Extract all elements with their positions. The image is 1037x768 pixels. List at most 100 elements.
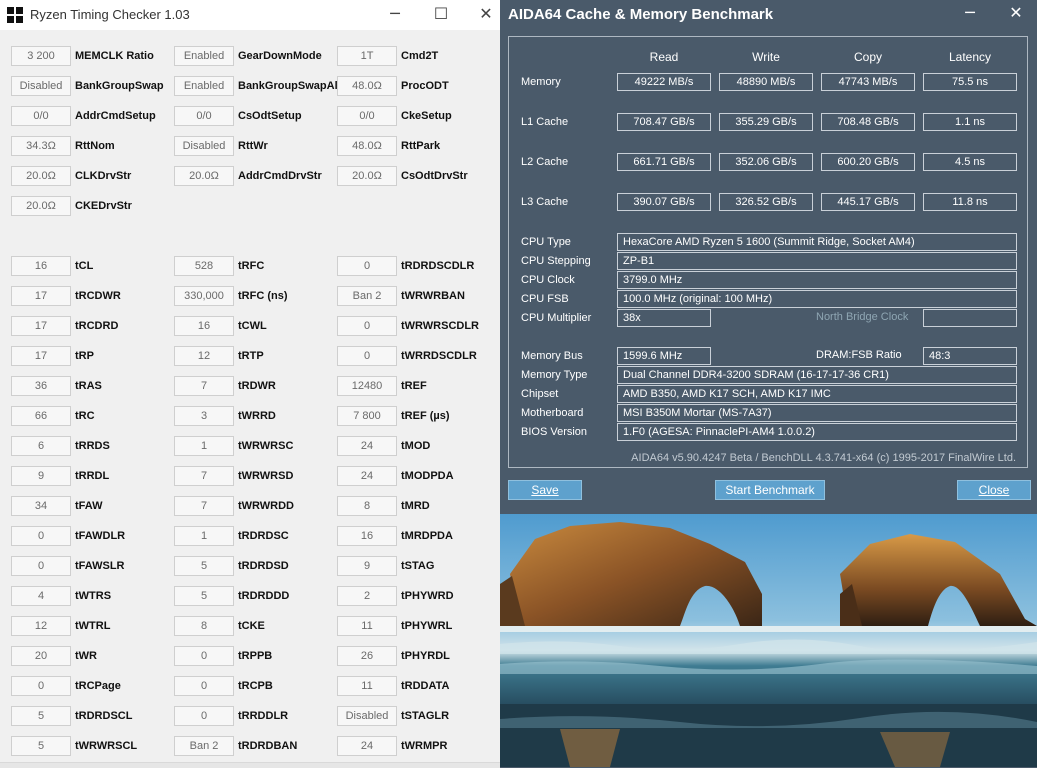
timing-value-field[interactable]: 48.0Ω	[337, 136, 397, 156]
timing-value-field[interactable]: 12	[11, 616, 71, 636]
timing-row: 17 tRCDWR 330,000 tRFC (ns) Ban 2 tWRWRBAN	[0, 282, 500, 312]
timing-value-field[interactable]: 0/0	[11, 106, 71, 126]
bench-read-value: 390.07 GB/s	[617, 193, 711, 211]
title-bar[interactable]: Ryzen Timing Checker 1.03 ─ ☐ ✕	[0, 0, 500, 30]
timing-value-field[interactable]: 20.0Ω	[337, 166, 397, 186]
bench-row-label: L1 Cache	[521, 116, 569, 128]
close-button[interactable]: ✕	[1001, 2, 1031, 26]
timing-value-field[interactable]: 1T	[337, 46, 397, 66]
memory-type-value: Dual Channel DDR4-3200 SDRAM (16-17-17-3…	[617, 366, 1017, 384]
timing-value-field[interactable]: 1	[174, 436, 234, 456]
timing-value-field[interactable]: 17	[11, 286, 71, 306]
timing-value-field[interactable]: 0	[11, 526, 71, 546]
timing-label: tMRD	[401, 500, 430, 512]
timing-value-field[interactable]: 5	[11, 736, 71, 756]
timing-value-field[interactable]: 0/0	[337, 106, 397, 126]
timing-value-field[interactable]: Enabled	[174, 46, 234, 66]
timing-value-field[interactable]: 66	[11, 406, 71, 426]
timing-value-field[interactable]: 5	[11, 706, 71, 726]
timing-value-field[interactable]: 9	[337, 556, 397, 576]
timing-value-field[interactable]: 24	[337, 466, 397, 486]
timing-value-field[interactable]: 20.0Ω	[11, 196, 71, 216]
timing-value-field[interactable]: 26	[337, 646, 397, 666]
timing-value-field[interactable]: 20.0Ω	[174, 166, 234, 186]
timing-value-field[interactable]: 17	[11, 346, 71, 366]
timing-label: tWRWRSCDLR	[401, 320, 480, 332]
timing-value-field[interactable]: 16	[11, 256, 71, 276]
timing-value-field[interactable]: 2	[337, 586, 397, 606]
timing-value-field[interactable]: 0	[11, 556, 71, 576]
timing-value-field[interactable]: 34	[11, 496, 71, 516]
timing-value-field[interactable]: 9	[11, 466, 71, 486]
timing-value-field[interactable]: Enabled	[174, 76, 234, 96]
timing-label: BankGroupSwap	[75, 80, 164, 92]
timing-value-field[interactable]: 24	[337, 436, 397, 456]
save-button[interactable]: Save	[508, 480, 582, 500]
timing-value-field[interactable]: 0	[337, 346, 397, 366]
timing-value-field[interactable]: 17	[11, 316, 71, 336]
timing-label: RttPark	[401, 140, 441, 152]
timing-value-field[interactable]: 0	[174, 676, 234, 696]
timing-value-field[interactable]: 16	[337, 526, 397, 546]
timing-value-field[interactable]: 0	[11, 676, 71, 696]
timing-value-field[interactable]: 12	[174, 346, 234, 366]
timing-label: RttWr	[238, 140, 268, 152]
timing-value-field[interactable]: 11	[337, 616, 397, 636]
timing-value-field[interactable]: 0/0	[174, 106, 234, 126]
bench-row-label: Memory	[521, 76, 561, 88]
timing-value-field[interactable]: Ban 2	[174, 736, 234, 756]
timing-value-field[interactable]: 24	[337, 736, 397, 756]
timing-value-field[interactable]: Disabled	[11, 76, 71, 96]
timing-value-field[interactable]: 0	[174, 646, 234, 666]
timing-value-field[interactable]: 8	[174, 616, 234, 636]
timing-value-field[interactable]: 7	[174, 466, 234, 486]
timing-value-field[interactable]: Ban 2	[337, 286, 397, 306]
timing-value-field[interactable]: 6	[11, 436, 71, 456]
timing-value-field[interactable]: 12480	[337, 376, 397, 396]
timing-value-field[interactable]: 7 800	[337, 406, 397, 426]
timing-label: tWR	[75, 650, 97, 662]
timing-value-field[interactable]: 0	[337, 256, 397, 276]
timing-value-field[interactable]: 3 200	[11, 46, 71, 66]
timing-value-field[interactable]: 34.3Ω	[11, 136, 71, 156]
dram-fsb-ratio-label: DRAM:FSB Ratio	[816, 349, 902, 361]
timing-value-field[interactable]: 8	[337, 496, 397, 516]
bench-copy-value: 47743 MB/s	[821, 73, 915, 91]
timing-value-field[interactable]: 20.0Ω	[11, 166, 71, 186]
timing-label: Cmd2T	[401, 50, 439, 62]
close-dialog-button[interactable]: Close	[957, 480, 1031, 500]
timing-value-field[interactable]: 4	[11, 586, 71, 606]
maximize-button[interactable]: ☐	[418, 0, 464, 30]
timing-value-field[interactable]: 36	[11, 376, 71, 396]
minimize-button[interactable]: ─	[372, 0, 418, 30]
timing-value-field[interactable]: 5	[174, 586, 234, 606]
timing-value-field[interactable]: Disabled	[174, 136, 234, 156]
timing-value-field[interactable]: 16	[174, 316, 234, 336]
timing-value-field[interactable]: 7	[174, 376, 234, 396]
timing-value-field[interactable]: 3	[174, 406, 234, 426]
start-benchmark-button[interactable]: Start Benchmark	[715, 480, 825, 500]
chipset-label: Chipset	[521, 388, 559, 400]
timing-value-field[interactable]: 48.0Ω	[337, 76, 397, 96]
timing-label: AddrCmdDrvStr	[238, 170, 322, 182]
timing-label: tRCPB	[238, 680, 273, 692]
timing-value-field[interactable]: 1	[174, 526, 234, 546]
timing-value-field[interactable]: 20	[11, 646, 71, 666]
timing-label: tREF (µs)	[401, 410, 450, 422]
timing-row: 0 tRCPage 0 tRCPB 11 tRDDATA	[0, 672, 500, 702]
timing-label: tWRWRDD	[238, 500, 295, 512]
timing-value-field[interactable]: 5	[174, 556, 234, 576]
timing-value-field[interactable]: 0	[337, 316, 397, 336]
timing-label: tRPPB	[238, 650, 273, 662]
timing-label: tWTRS	[75, 590, 112, 602]
timing-value-field[interactable]: 330,000	[174, 286, 234, 306]
timing-label: tWRRD	[238, 410, 276, 422]
timing-value-field[interactable]: Disabled	[337, 706, 397, 726]
minimize-button[interactable]: ─	[955, 2, 985, 26]
timing-label: tPHYWRL	[401, 620, 453, 632]
timing-value-field[interactable]: 7	[174, 496, 234, 516]
timing-value-field[interactable]: 11	[337, 676, 397, 696]
timing-value-field[interactable]: 528	[174, 256, 234, 276]
memory-bus-label: Memory Bus	[521, 350, 583, 362]
timing-value-field[interactable]: 0	[174, 706, 234, 726]
